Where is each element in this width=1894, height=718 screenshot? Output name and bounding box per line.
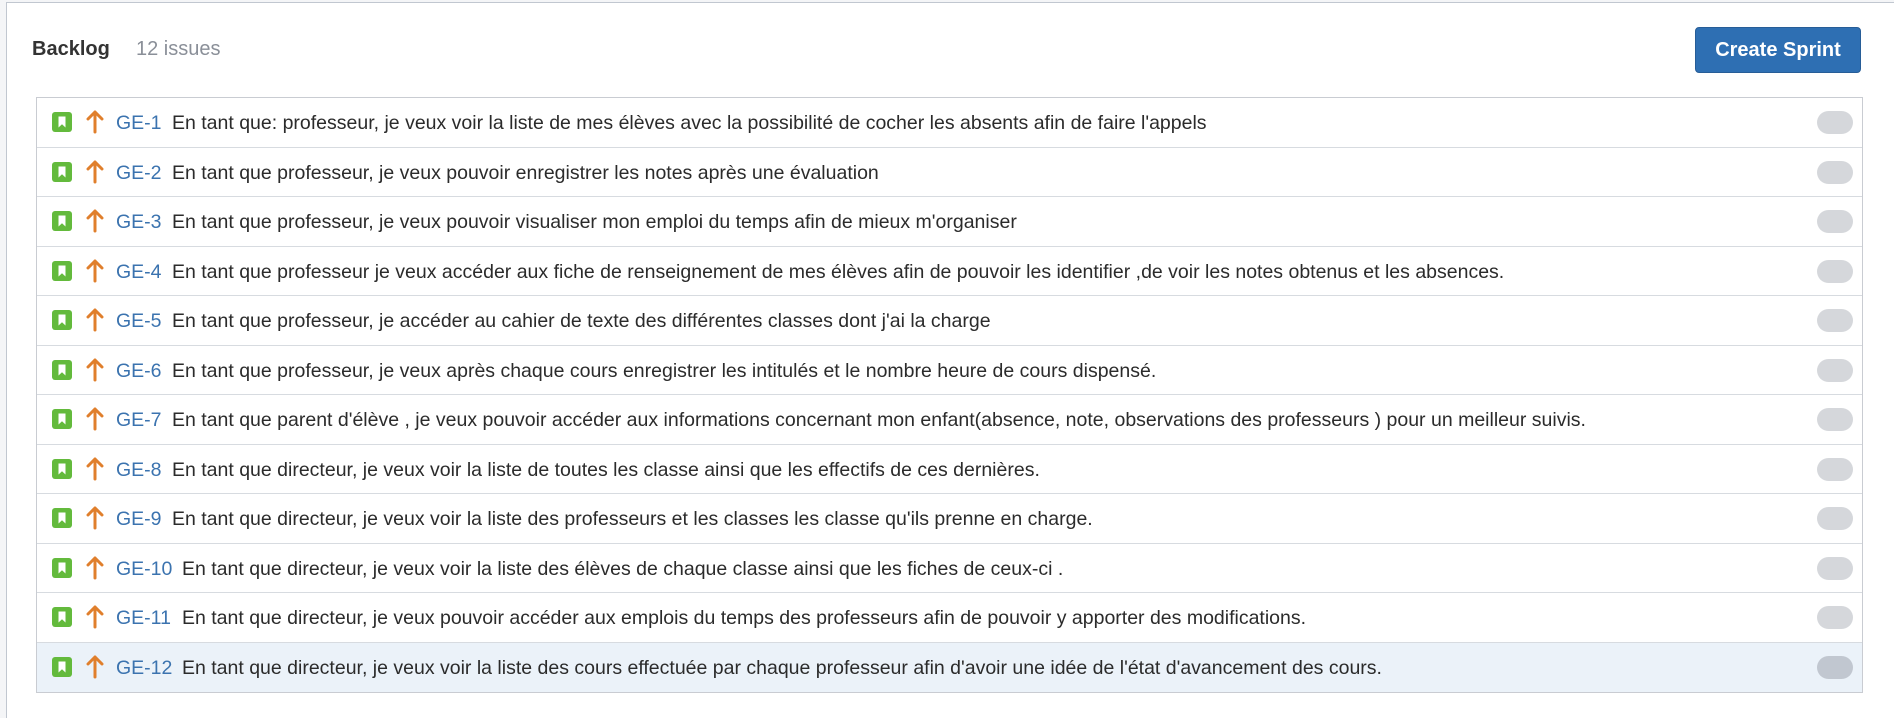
issue-row[interactable]: GE-6 En tant que professeur, je veux apr… — [37, 346, 1862, 395]
story-icon — [52, 211, 72, 231]
estimate-badge — [1817, 606, 1853, 629]
issue-row[interactable]: GE-7 En tant que parent d'élève , je veu… — [37, 395, 1862, 445]
issue-count: 12 issues — [136, 38, 221, 60]
issue-summary: En tant que professeur, je veux pouvoir … — [172, 211, 1017, 233]
estimate-badge — [1817, 556, 1853, 580]
issue-key-link[interactable]: GE-9 — [116, 507, 162, 531]
issue-key-link[interactable]: GE-2 — [116, 161, 162, 185]
story-icon — [52, 656, 72, 677]
arrow-up-icon — [86, 259, 104, 282]
issue-summary: En tant que directeur, je veux pouvoir a… — [182, 607, 1307, 629]
issue-summary: En tant que directeur, je veux voir la l… — [182, 557, 1064, 580]
arrow-up-icon — [86, 407, 104, 431]
issue-row[interactable]: GE-12 En tant que directeur, je veux voi… — [37, 642, 1862, 692]
issue-summary: En tant que parent d'élève , je veux pou… — [172, 409, 1586, 431]
issue-summary: En tant que professeur, je veux pouvoir … — [172, 161, 879, 184]
story-icon — [52, 161, 72, 182]
story-icon — [52, 458, 72, 479]
arrow-up-icon — [86, 358, 104, 381]
estimate-badge — [1817, 408, 1853, 431]
story-icon — [52, 508, 72, 528]
issue-key-link[interactable]: GE-11 — [116, 606, 171, 630]
issue-key-link[interactable]: GE-10 — [116, 557, 172, 581]
story-icon — [52, 112, 72, 132]
story-icon — [52, 359, 72, 380]
estimate-badge — [1817, 507, 1853, 530]
arrow-up-icon — [86, 209, 104, 233]
arrow-up-icon — [86, 506, 104, 530]
arrow-up-icon — [86, 556, 104, 579]
issue-row[interactable]: GE-1 En tant que: professeur, je veux vo… — [37, 98, 1862, 148]
issue-summary: En tant que: professeur, je veux voir la… — [172, 112, 1207, 134]
issue-row[interactable]: GE-3 En tant que professeur, je veux pou… — [37, 197, 1862, 247]
issue-key-link[interactable]: GE-4 — [116, 260, 162, 284]
issue-key-link[interactable]: GE-6 — [116, 359, 162, 383]
story-icon — [52, 557, 72, 578]
create-sprint-button[interactable]: Create Sprint — [1695, 27, 1861, 73]
issue-key-link[interactable]: GE-7 — [116, 408, 162, 432]
arrow-up-icon — [86, 110, 104, 134]
story-icon — [52, 607, 72, 627]
issue-key-link[interactable]: GE-1 — [116, 111, 162, 135]
story-icon — [52, 310, 72, 330]
issue-row[interactable]: GE-8 En tant que directeur, je veux voir… — [37, 445, 1862, 494]
estimate-badge — [1817, 210, 1853, 233]
arrow-up-icon — [86, 160, 104, 183]
estimate-badge — [1817, 655, 1853, 679]
estimate-badge — [1817, 160, 1853, 184]
issue-key-link[interactable]: GE-12 — [116, 656, 172, 680]
story-icon — [52, 409, 72, 429]
issue-summary: En tant que professeur, je veux après ch… — [172, 359, 1157, 382]
issue-row[interactable]: GE-5 En tant que professeur, je accéder … — [37, 296, 1862, 346]
issue-row[interactable]: GE-9 En tant que directeur, je veux voir… — [37, 494, 1862, 544]
arrow-up-icon — [86, 605, 104, 629]
issue-summary: En tant que directeur, je veux voir la l… — [172, 508, 1093, 530]
estimate-badge — [1817, 259, 1853, 283]
estimate-badge — [1817, 457, 1853, 481]
estimate-badge — [1817, 111, 1853, 134]
issue-key-link[interactable]: GE-3 — [116, 210, 162, 234]
backlog-title: Backlog — [32, 38, 110, 60]
issue-row[interactable]: GE-11 En tant que directeur, je veux pou… — [37, 593, 1862, 643]
issue-key-link[interactable]: GE-5 — [116, 309, 162, 333]
issue-summary: En tant que directeur, je veux voir la l… — [182, 656, 1382, 679]
arrow-up-icon — [86, 655, 104, 678]
backlog-issue-list: GE-1 En tant que: professeur, je veux vo… — [36, 97, 1863, 693]
issue-row[interactable]: GE-4 En tant que professeur je veux accé… — [37, 247, 1862, 296]
estimate-badge — [1817, 309, 1853, 332]
issue-summary: En tant que directeur, je veux voir la l… — [172, 458, 1040, 481]
issue-row[interactable]: GE-2 En tant que professeur, je veux pou… — [37, 148, 1862, 197]
issue-summary: En tant que professeur, je accéder au ca… — [172, 310, 991, 332]
arrow-up-icon — [86, 308, 104, 332]
issue-summary: En tant que professeur je veux accéder a… — [172, 260, 1505, 283]
arrow-up-icon — [86, 457, 104, 480]
story-icon — [52, 260, 72, 281]
estimate-badge — [1817, 358, 1853, 382]
issue-key-link[interactable]: GE-8 — [116, 458, 162, 482]
issue-row[interactable]: GE-10 En tant que directeur, je veux voi… — [37, 544, 1862, 593]
